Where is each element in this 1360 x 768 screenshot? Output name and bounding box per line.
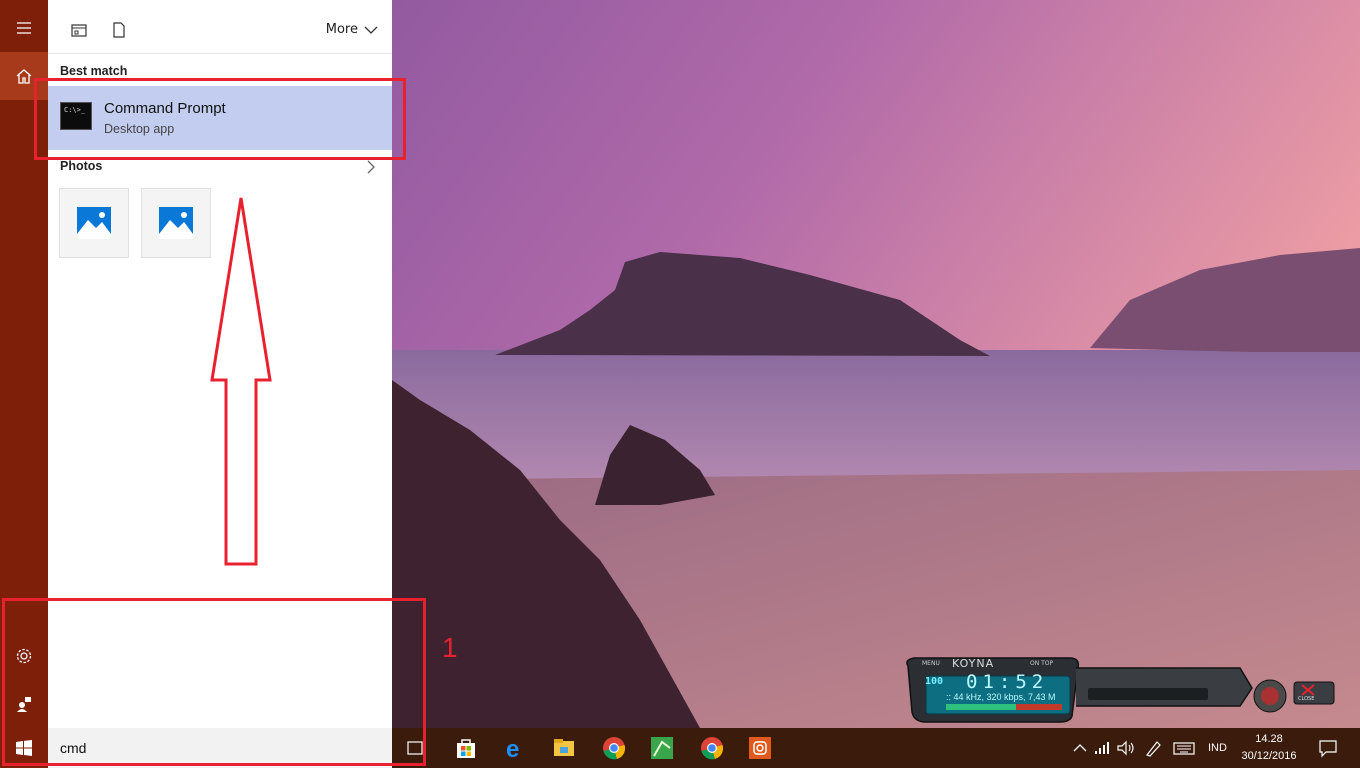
koyna-volume: 100	[925, 676, 944, 687]
file-explorer-icon[interactable]	[552, 736, 576, 760]
greenshot-icon[interactable]	[650, 736, 674, 760]
photo-result[interactable]	[59, 188, 129, 258]
annotation-box-search	[2, 598, 426, 766]
more-filters-button[interactable]: More	[326, 22, 378, 37]
koyna-track-info: :: 44 kHz, 320 kbps, 7,43 M	[946, 692, 1056, 702]
chevron-right-icon[interactable]	[366, 160, 376, 174]
clock-date: 30/12/2016	[1241, 750, 1297, 762]
koyna-menu-label[interactable]: MENU	[922, 660, 940, 667]
koyna-close-label[interactable]: CLOSE	[1298, 696, 1314, 702]
annotation-box-best-match	[34, 78, 406, 160]
chrome-icon[interactable]	[602, 736, 626, 760]
show-hidden-icons-chevron-icon[interactable]	[1068, 736, 1092, 760]
best-match-heading: Best match	[60, 64, 128, 78]
instagram-icon[interactable]	[748, 736, 772, 760]
network-signal-icon[interactable]	[1090, 736, 1114, 760]
hamburger-menu-button[interactable]	[0, 4, 48, 52]
more-label: More	[325, 22, 358, 37]
koyna-title: KOYNA	[952, 657, 995, 670]
keyboard-icon[interactable]	[1172, 736, 1196, 760]
annotation-up-arrow	[210, 197, 272, 566]
volume-icon[interactable]	[1114, 736, 1138, 760]
action-center-icon[interactable]	[1316, 736, 1340, 760]
input-language[interactable]: IND	[1208, 728, 1227, 768]
photos-heading: Photos	[60, 159, 103, 173]
svg-text:e: e	[506, 736, 519, 760]
home-icon	[16, 69, 32, 84]
documents-filter-icon[interactable]	[110, 21, 128, 39]
clock[interactable]: 14.28 30/12/2016	[1234, 731, 1304, 765]
image-icon	[159, 207, 193, 239]
hamburger-icon	[17, 22, 31, 34]
apps-filter-icon[interactable]	[70, 21, 88, 39]
pen-ink-icon[interactable]	[1142, 736, 1166, 760]
chevron-down-icon	[364, 26, 378, 34]
chrome-icon[interactable]	[700, 736, 724, 760]
panel-toolbar: More	[48, 0, 392, 54]
koyna-time-display: 01:52	[966, 671, 1049, 693]
taskbar: e IND 14.28 30/12/2016	[392, 728, 1360, 768]
annotation-step-number: 1	[442, 632, 458, 663]
photo-result[interactable]	[141, 188, 211, 258]
clock-time: 14.28	[1255, 733, 1283, 745]
edge-icon[interactable]: e	[504, 736, 528, 760]
store-icon[interactable]	[454, 736, 478, 760]
image-icon	[77, 207, 111, 239]
koyna-on-top-label[interactable]: ON TOP	[1030, 660, 1053, 667]
